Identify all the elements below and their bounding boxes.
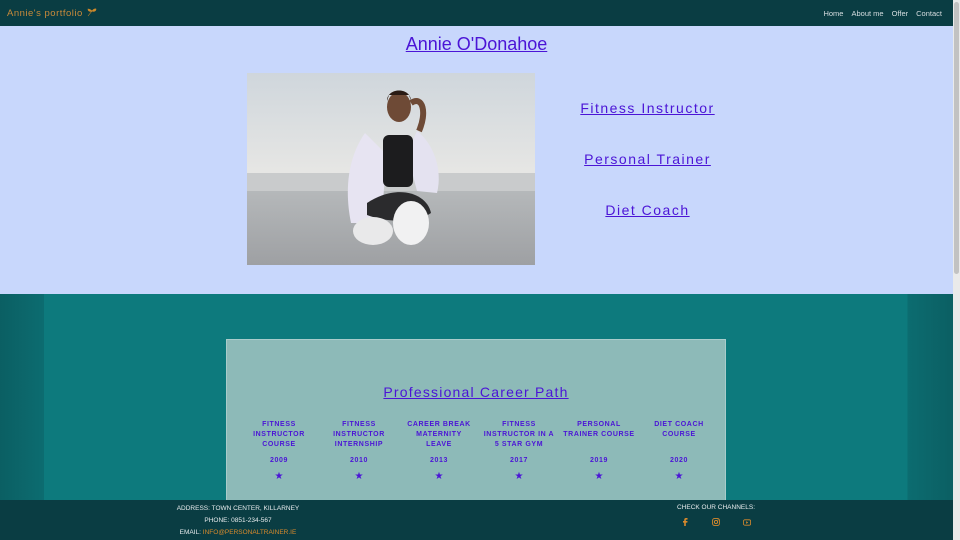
footer: ADDRESS: TOWN CENTER, KILLARNEY PHONE: 0… bbox=[0, 500, 953, 540]
role-link[interactable]: Fitness Instructor bbox=[560, 100, 735, 117]
phone-text: PHONE: 0851-234-567 bbox=[204, 517, 272, 524]
star-icon: ★ bbox=[594, 471, 604, 482]
profile-photo bbox=[247, 73, 535, 265]
brand-name[interactable]: Annie's portfolio bbox=[7, 8, 83, 19]
address-text: ADDRESS: TOWN CENTER, KILLARNEY bbox=[176, 505, 300, 512]
email-label: EMAIL: bbox=[179, 529, 201, 536]
leaf-icon bbox=[87, 8, 97, 19]
career-section: Professional Career Path Fitness Instruc… bbox=[0, 294, 953, 509]
scrollbar-thumb[interactable] bbox=[954, 2, 959, 274]
nav-links: Home About me Offer Contact bbox=[823, 9, 946, 18]
channels: CHECK OUR CHANNELS: bbox=[664, 504, 768, 526]
timeline-year: 2017 bbox=[510, 457, 528, 464]
timeline-item: Career Break Maternity Leave 2013 ★ bbox=[399, 420, 479, 482]
social-links bbox=[664, 518, 768, 526]
hero-section: Annie O'Donahoe Fitness Instructor Perso… bbox=[0, 26, 953, 294]
timeline-label: Fitness Instructor Course bbox=[253, 421, 305, 448]
timeline-label: Personal Trainer Course bbox=[563, 421, 635, 438]
contact-info: ADDRESS: TOWN CENTER, KILLARNEY PHONE: 0… bbox=[130, 503, 346, 539]
timeline-item: Fitness Instructor Internship 2010 ★ bbox=[319, 420, 399, 482]
career-card: Professional Career Path Fitness Instruc… bbox=[226, 339, 726, 509]
star-icon: ★ bbox=[434, 471, 444, 482]
career-title[interactable]: Professional Career Path bbox=[227, 384, 725, 400]
timeline-year: 2010 bbox=[350, 457, 368, 464]
timeline-item: Personal Trainer Course 2019 ★ bbox=[559, 420, 639, 482]
timeline-year: 2020 bbox=[670, 457, 688, 464]
roles-list: Fitness Instructor Personal Trainer Diet… bbox=[560, 100, 735, 253]
page-scrollbar[interactable] bbox=[953, 0, 960, 540]
channels-label: CHECK OUR CHANNELS: bbox=[676, 504, 755, 511]
brand[interactable]: Annie's portfolio bbox=[7, 8, 97, 19]
youtube-icon[interactable] bbox=[743, 518, 751, 526]
email-link[interactable]: INFO@PERSONALTRAINER.IE bbox=[203, 529, 297, 536]
email-row: EMAIL: INFO@PERSONALTRAINER.IE bbox=[130, 527, 346, 539]
timeline-item: Fitness Instructor Course 2009 ★ bbox=[239, 420, 319, 482]
timeline-item: Diet Coach Course 2020 ★ bbox=[639, 420, 719, 482]
career-timeline: Fitness Instructor Course 2009 ★ Fitness… bbox=[239, 420, 719, 482]
nav-link-home[interactable]: Home bbox=[823, 9, 843, 18]
facebook-icon[interactable] bbox=[681, 518, 689, 526]
star-icon: ★ bbox=[274, 471, 284, 482]
top-navbar: Annie's portfolio Home About me Offer Co… bbox=[0, 0, 953, 26]
timeline-year: 2019 bbox=[590, 457, 608, 464]
timeline-year: 2009 bbox=[270, 457, 288, 464]
timeline-label: Career Break Maternity Leave bbox=[407, 421, 471, 448]
nav-link-about[interactable]: About me bbox=[851, 9, 883, 18]
nav-link-contact[interactable]: Contact bbox=[916, 9, 942, 18]
star-icon: ★ bbox=[674, 471, 684, 482]
timeline-label: Fitness Instructor Internship bbox=[333, 421, 385, 448]
instagram-icon[interactable] bbox=[712, 518, 720, 526]
star-icon: ★ bbox=[354, 471, 364, 482]
star-icon: ★ bbox=[514, 471, 524, 482]
nav-link-offer[interactable]: Offer bbox=[892, 9, 909, 18]
timeline-item: Fitness Instructor in a 5 Star Gym 2017 … bbox=[479, 420, 559, 482]
timeline-year: 2013 bbox=[430, 457, 448, 464]
timeline-label: Diet Coach Course bbox=[654, 421, 704, 438]
timeline-label: Fitness Instructor in a 5 Star Gym bbox=[483, 421, 555, 448]
page-title[interactable]: Annie O'Donahoe bbox=[0, 34, 953, 55]
role-link[interactable]: Personal Trainer bbox=[560, 151, 735, 168]
role-link[interactable]: Diet Coach bbox=[560, 202, 735, 219]
